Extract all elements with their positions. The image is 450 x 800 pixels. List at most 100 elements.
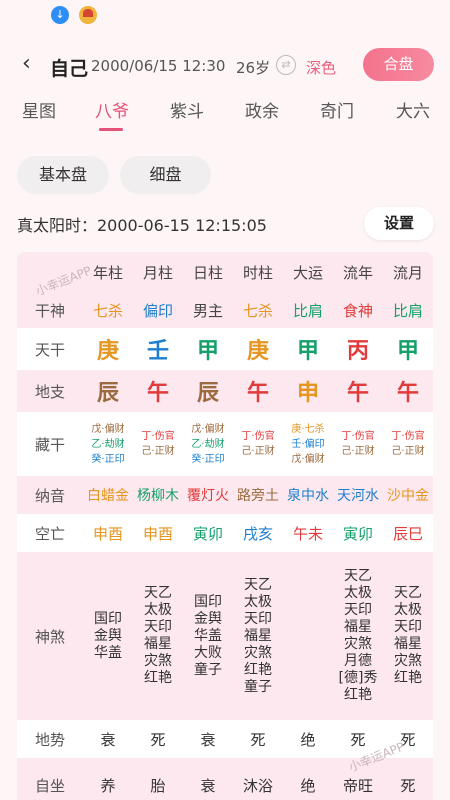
tab-active-indicator (99, 128, 123, 131)
table-cell[interactable]: 七杀 (83, 292, 133, 328)
shensha-item: 太极 (394, 602, 422, 618)
table-cell[interactable]: 辰 (183, 370, 233, 412)
table-cell[interactable]: 丁·伤官 己·正财 (333, 412, 383, 476)
table-cell[interactable]: 天乙 太极 天印 福星 灾煞 红艳 (383, 552, 433, 720)
table-cell[interactable]: 甲 (283, 328, 333, 370)
tab-xingtu[interactable]: 星图 (22, 97, 56, 122)
shensha-item: 童子 (244, 678, 272, 695)
table-cell[interactable]: 甲 (183, 328, 233, 370)
table-cell[interactable]: 庚 (83, 328, 133, 370)
table-cell[interactable]: 庚·七杀 壬·偏印 戊·偏财 (283, 412, 333, 476)
table-cell[interactable]: 衰 (183, 720, 233, 758)
shensha-item: 金舆 (94, 627, 122, 644)
table-cell[interactable]: 辰 (83, 370, 133, 412)
table-cell[interactable]: 午 (333, 370, 383, 412)
table-cell[interactable]: 甲 (383, 328, 433, 370)
row-branch: 地支辰午辰午申午午 (17, 370, 433, 412)
settings-button[interactable]: 设置 (364, 207, 434, 240)
table-cell[interactable]: 天河水 (333, 476, 383, 514)
shensha-item: 国印 (94, 610, 122, 627)
table-cell[interactable]: 戊·偏财 乙·劫财 癸·正印 (83, 412, 133, 476)
table-cell[interactable]: 七杀 (233, 292, 283, 328)
shensha-item: 月德 (344, 653, 372, 669)
table-cell[interactable]: 天乙 太极 天印 福星 灾煞 月德 [德]秀 红艳 (333, 552, 383, 720)
table-cell[interactable]: 死 (233, 720, 283, 758)
table-cell[interactable]: 申 (283, 370, 333, 412)
table-cell[interactable] (283, 552, 333, 720)
back-chevron-icon[interactable]: ‹ (22, 52, 31, 76)
table-cell[interactable]: 庚 (233, 328, 283, 370)
table-cell[interactable]: 丙 (333, 328, 383, 370)
tab-zhengyu[interactable]: 政余 (245, 97, 279, 122)
table-cell[interactable]: 衰 (183, 758, 233, 800)
table-cell[interactable]: 食神 (333, 292, 383, 328)
table-cell[interactable]: 国印 金舆 华盖 (83, 552, 133, 720)
hidden-stem-line: 丁·伤官 (391, 431, 425, 442)
tab-qimen[interactable]: 奇门 (320, 97, 354, 122)
shensha-item: 华盖 (194, 627, 222, 644)
header: ‹ 自己 2000/06/15 12:30 26岁 ⇄ 深色 合盘 (0, 44, 450, 88)
tab-daliu[interactable]: 大六 (396, 97, 430, 122)
shensha-item: 童子 (194, 661, 222, 678)
shensha-item: 天印 (394, 619, 422, 635)
table-cell[interactable]: 申酉 (83, 514, 133, 552)
table-cell[interactable]: 午未 (283, 514, 333, 552)
table-cell[interactable]: 胎 (133, 758, 183, 800)
swap-icon[interactable]: ⇄ (276, 55, 296, 75)
hidden-stem-line: 丁·伤官 (341, 431, 375, 442)
table-cell[interactable]: 戌亥 (233, 514, 283, 552)
table-cell[interactable]: 丁·伤官 己·正财 (383, 412, 433, 476)
table-cell[interactable]: 天乙 太极 天印 福星 灾煞 红艳 童子 (233, 552, 283, 720)
table-cell[interactable]: 比肩 (283, 292, 333, 328)
birth-datetime: 2000/06/15 12:30 (91, 57, 226, 75)
status-bar: ↓ (0, 0, 450, 34)
row-label: 干神 (34, 301, 65, 320)
tab-bazi[interactable]: 八爷 (95, 97, 129, 122)
table-cell[interactable]: 绝 (283, 720, 333, 758)
shensha-item: 灾煞 (244, 644, 272, 661)
shensha-item: 太极 (344, 585, 372, 601)
detail-chart-button[interactable]: 细盘 (120, 156, 211, 194)
table-cell[interactable]: 午 (233, 370, 283, 412)
basic-chart-button[interactable]: 基本盘 (17, 156, 109, 194)
profile-name[interactable]: 自己 (50, 54, 88, 81)
table-cell[interactable]: 辰巳 (383, 514, 433, 552)
shensha-item: 天印 (244, 610, 272, 627)
table-cell[interactable]: 泉中水 (283, 476, 333, 514)
table-cell[interactable]: 死 (133, 720, 183, 758)
table-cell[interactable]: 申酉 (133, 514, 183, 552)
theme-toggle[interactable]: 深色 (306, 57, 336, 78)
row-label: 空亡 (34, 524, 65, 543)
table-cell[interactable]: 比肩 (383, 292, 433, 328)
table-cell[interactable]: 沙中金 (383, 476, 433, 514)
table-cell[interactable]: 午 (133, 370, 183, 412)
shensha-item: 天乙 (394, 585, 422, 601)
table-cell[interactable]: 沐浴 (233, 758, 283, 800)
row-label: 地支 (34, 382, 65, 401)
table-cell[interactable]: 壬 (133, 328, 183, 370)
table-cell[interactable]: 路旁土 (233, 476, 283, 514)
table-cell[interactable]: 养 (83, 758, 133, 800)
table-cell[interactable]: 偏印 (133, 292, 183, 328)
table-cell[interactable]: 寅卯 (333, 514, 383, 552)
tab-ziwei[interactable]: 紫斗 (170, 97, 204, 122)
table-cell[interactable]: 绝 (283, 758, 333, 800)
table-cell[interactable]: 寅卯 (183, 514, 233, 552)
table-cell[interactable]: 戊·偏财 乙·劫财 癸·正印 (183, 412, 233, 476)
table-cell[interactable]: 杨柳木 (133, 476, 183, 514)
column-header: 流月 (392, 263, 423, 282)
table-cell[interactable]: 丁·伤官 己·正财 (133, 412, 183, 476)
table-cell[interactable]: 午 (383, 370, 433, 412)
shensha-item: 华盖 (94, 644, 122, 661)
table-cell[interactable]: 死 (383, 758, 433, 800)
shensha-item: 金舆 (194, 610, 222, 627)
hepan-button[interactable]: 合盘 (363, 48, 434, 81)
table-cell[interactable]: 国印 金舆 华盖 大败 童子 (183, 552, 233, 720)
table-cell[interactable]: 白蜡金 (83, 476, 133, 514)
table-cell[interactable]: 男主 (183, 292, 233, 328)
table-cell[interactable]: 衰 (83, 720, 133, 758)
table-cell[interactable]: 丁·伤官 己·正财 (233, 412, 283, 476)
row-label: 纳音 (34, 486, 65, 505)
table-cell[interactable]: 天乙 太极 天印 福星 灾煞 红艳 (133, 552, 183, 720)
table-cell[interactable]: 覆灯火 (183, 476, 233, 514)
